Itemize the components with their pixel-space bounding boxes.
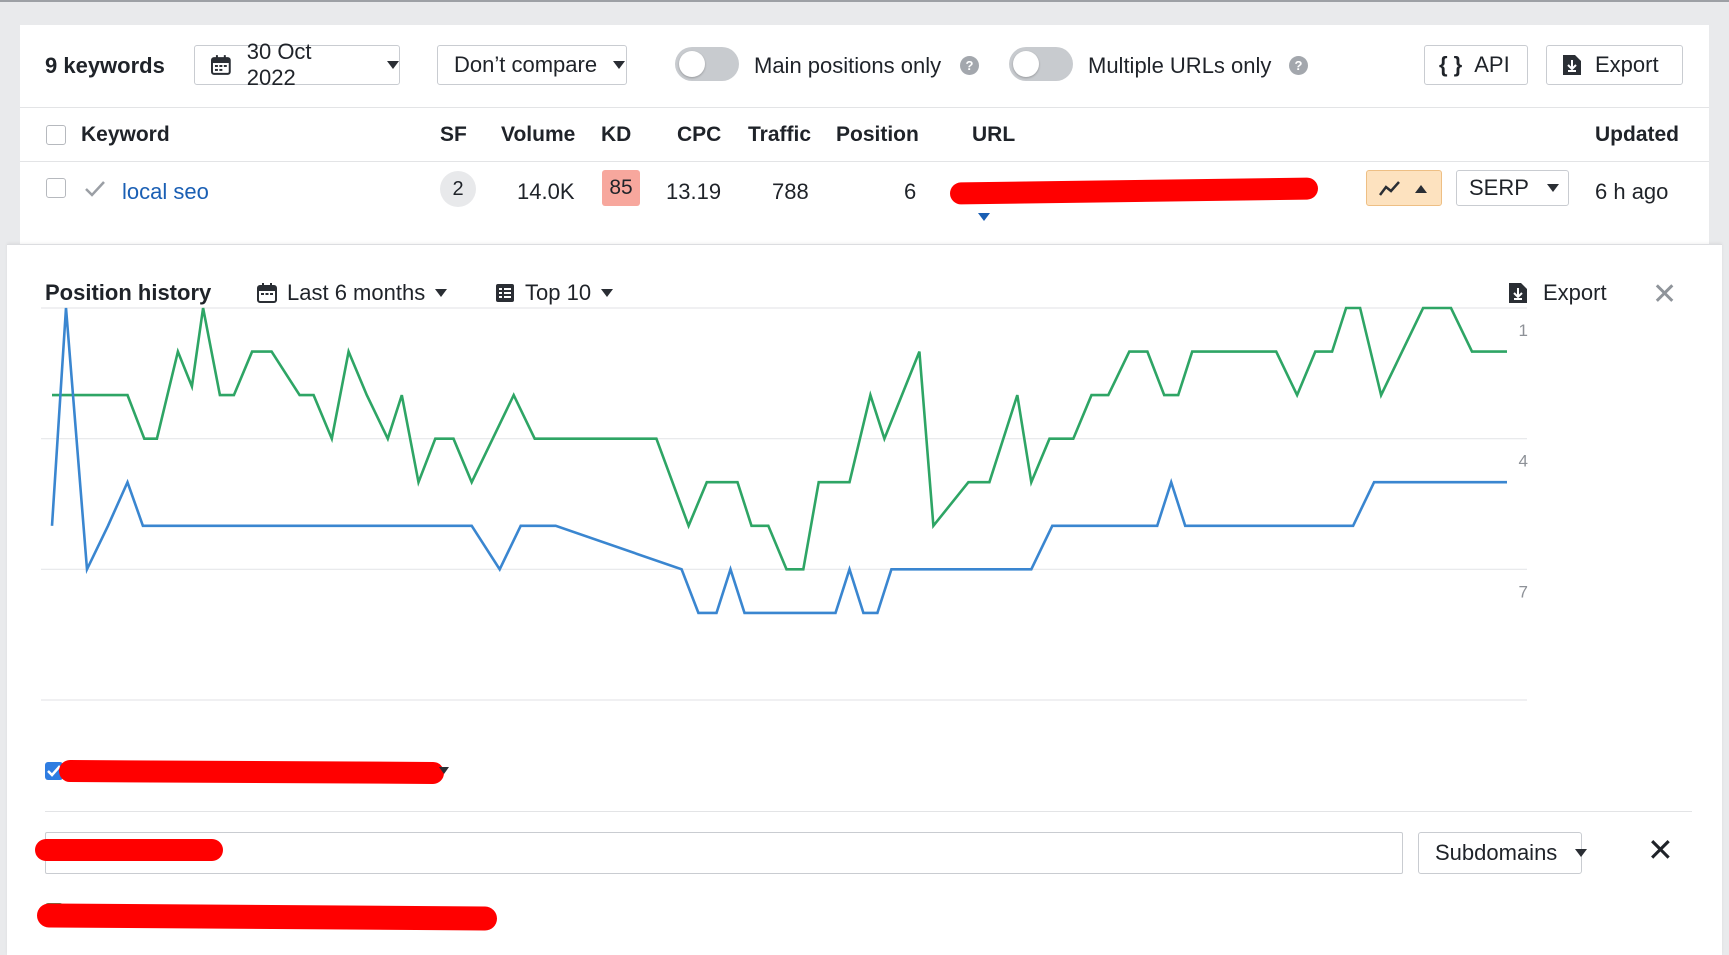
main-positions-toggle[interactable] xyxy=(675,47,739,81)
serp-dropdown[interactable]: SERP xyxy=(1456,170,1569,206)
row-checkbox[interactable] xyxy=(46,178,66,198)
cpc-value: 13.19 xyxy=(666,179,722,204)
chevron-up-icon xyxy=(1415,185,1427,193)
y-tick-label: 1 xyxy=(1519,321,1528,340)
competitor-url-input[interactable] xyxy=(45,832,1403,874)
multiple-urls-toggle[interactable] xyxy=(1009,47,1073,81)
sf-badge[interactable]: 2 xyxy=(440,171,476,207)
keyword-count: 9 keywords xyxy=(45,53,165,78)
updated-value: 6 h ago xyxy=(1595,179,1669,204)
subdomains-dropdown[interactable]: Subdomains xyxy=(1418,832,1588,874)
col-url[interactable]: URL xyxy=(972,123,1015,147)
col-keyword[interactable]: Keyword xyxy=(81,123,170,147)
chevron-down-icon xyxy=(1546,184,1559,192)
url-dropdown-caret-icon[interactable] xyxy=(978,213,990,221)
redacted-input-text xyxy=(35,839,223,861)
api-label: API xyxy=(1474,52,1510,77)
col-cpc[interactable]: CPC xyxy=(677,123,721,147)
redacted-legend-label xyxy=(58,759,445,785)
table-header: Keyword SF Volume KD CPC Traffic Positio… xyxy=(20,107,1709,162)
window-top-edge xyxy=(0,0,1729,2)
toggle-knob xyxy=(679,51,705,77)
export-label: Export xyxy=(1595,52,1659,77)
y-tick-label: 4 xyxy=(1519,452,1528,471)
checkmark-icon xyxy=(85,181,105,197)
trend-line-icon xyxy=(1379,181,1400,196)
col-position[interactable]: Position xyxy=(836,123,919,147)
position-history-toggle[interactable] xyxy=(1366,170,1442,206)
compare-label: Don’t compare xyxy=(454,52,598,77)
date-label: 30 Oct 2022 xyxy=(246,39,312,90)
col-traffic[interactable]: Traffic xyxy=(748,123,811,147)
col-volume[interactable]: Volume xyxy=(501,123,575,147)
divider xyxy=(45,811,1692,812)
compare-dropdown[interactable]: Don’t compare xyxy=(437,45,627,85)
chevron-down-icon xyxy=(613,61,626,69)
volume-value: 14.0K xyxy=(517,179,575,204)
col-sf[interactable]: SF xyxy=(440,123,467,147)
col-updated[interactable]: Updated xyxy=(1595,123,1679,147)
chevron-down-icon xyxy=(387,61,399,69)
api-braces-icon: { } xyxy=(1439,52,1463,77)
position-value: 6 xyxy=(904,179,917,204)
redacted-competitor-label xyxy=(36,903,498,931)
keywords-panel: 9 keywords 30 Oct 2022 Don’t compare Mai… xyxy=(20,25,1709,275)
multiple-urls-label: Multiple URLs only xyxy=(1088,53,1272,78)
position-history-panel: Position history Last 6 months Top 10 Ex… xyxy=(7,244,1722,955)
redacted-url xyxy=(949,177,1319,205)
y-tick-label: 7 xyxy=(1519,582,1528,601)
position-history-chart[interactable]: 147103 May26 May19 Jun27 Jul18 Aug12 Sep… xyxy=(7,245,1722,715)
help-icon[interactable]: ? xyxy=(960,56,979,75)
subdomains-label: Subdomains xyxy=(1435,840,1558,865)
col-kd[interactable]: KD xyxy=(601,123,631,147)
calendar-icon xyxy=(211,55,231,75)
keywords-toolbar: 9 keywords 30 Oct 2022 Don’t compare Mai… xyxy=(20,25,1709,108)
main-positions-label: Main positions only xyxy=(754,53,942,78)
date-picker-button[interactable]: 30 Oct 2022 xyxy=(194,39,400,90)
export-button[interactable]: Export xyxy=(1546,45,1683,85)
kd-badge: 85 xyxy=(602,170,640,206)
help-icon[interactable]: ? xyxy=(1289,56,1308,75)
legend-caret-icon[interactable] xyxy=(439,767,449,774)
series-line-2 xyxy=(50,307,1507,615)
download-icon xyxy=(1563,55,1581,75)
traffic-value: 788 xyxy=(772,179,809,204)
remove-filter-icon[interactable]: ✕ xyxy=(1647,831,1674,869)
api-button[interactable]: { } API xyxy=(1424,45,1528,85)
serp-label: SERP xyxy=(1469,175,1529,200)
keyword-link[interactable]: local seo xyxy=(122,179,209,205)
table-row: local seo 2 14.0K 85 13.19 788 6 SERP 6 … xyxy=(20,162,1709,222)
toggle-knob xyxy=(1013,51,1039,77)
select-all-checkbox[interactable] xyxy=(46,125,66,145)
chevron-down-icon xyxy=(1575,849,1588,857)
